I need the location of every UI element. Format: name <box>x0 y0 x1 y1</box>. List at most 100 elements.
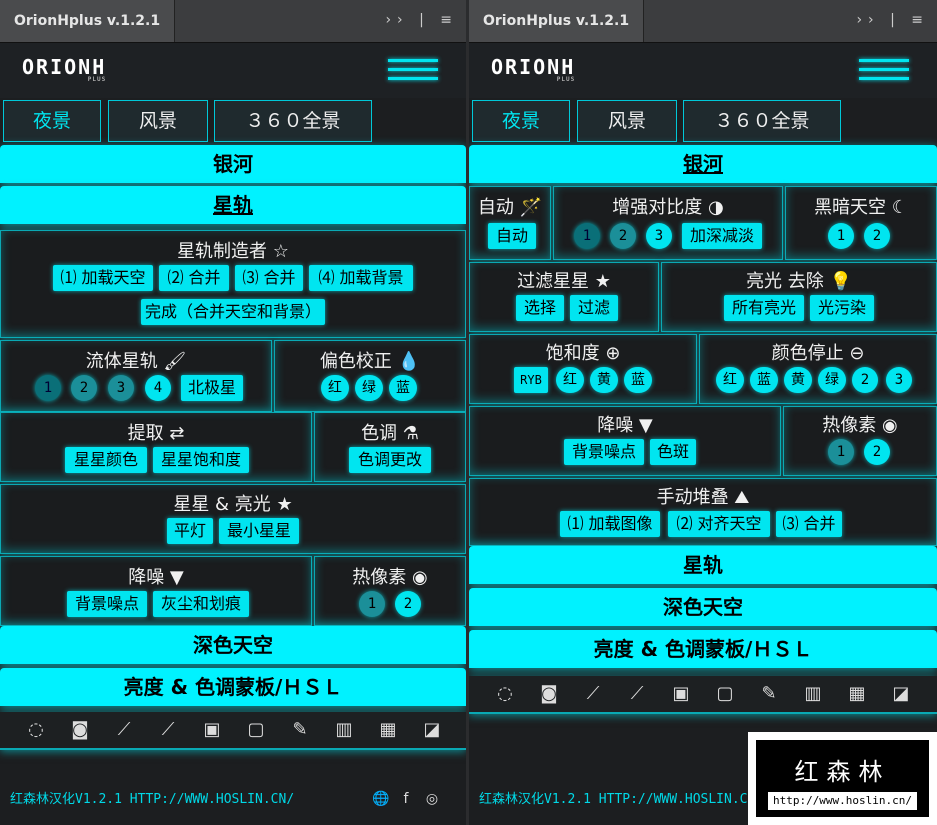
startrails-bar[interactable]: 星轨 <box>469 546 937 584</box>
align-sky-button[interactable]: ⑵ 对齐天空 <box>668 511 770 537</box>
star-saturation-button[interactable]: 星星饱和度 <box>153 447 249 473</box>
hotpixel-section: 热像素 ◉ 1 2 <box>783 406 937 476</box>
color-spot-button[interactable]: 色斑 <box>650 439 696 465</box>
hotpixel-2-button[interactable]: 2 <box>395 591 421 617</box>
merge-button-1[interactable]: ⑵ 合并 <box>159 265 229 291</box>
finish-button[interactable]: 完成（合并天空和背景） <box>141 299 325 325</box>
contrast-2-button[interactable]: 2 <box>610 223 636 249</box>
stop-yellow-button[interactable]: 黄 <box>784 367 812 393</box>
lasso-brush-icon[interactable]: ◌ <box>24 718 48 742</box>
ryb-button[interactable]: RYB <box>514 367 548 393</box>
tab-night[interactable]: 夜景 <box>472 100 570 142</box>
stop-red-button[interactable]: 红 <box>716 367 744 393</box>
footer-credit[interactable]: 红森林汉化V1.2.1 HTTP://WWW.HOSLIN.CN/ <box>10 788 294 807</box>
gradient-light-icon[interactable]: ▢ <box>713 682 737 706</box>
auto-button[interactable]: 自动 <box>488 223 536 249</box>
dark-sky-bar[interactable]: 深色天空 <box>469 588 937 626</box>
gradient-light-icon[interactable]: ▢ <box>244 718 268 742</box>
tab-360[interactable]: ３６０全景 <box>683 100 841 142</box>
load-images-button[interactable]: ⑴ 加载图像 <box>560 511 660 537</box>
contrast-1-button[interactable]: 1 <box>574 223 600 249</box>
select-button[interactable]: 选择 <box>516 295 564 321</box>
grid-icon[interactable]: ▦ <box>376 718 400 742</box>
sat-yellow-button[interactable]: 黄 <box>590 367 618 393</box>
contrast-3-button[interactable]: 3 <box>646 223 672 249</box>
sat-red-button[interactable]: 红 <box>556 367 584 393</box>
facebook-icon[interactable]: f <box>398 791 414 807</box>
star-glow-section: 星星 & 亮光 ★ 平灯 最小星星 <box>0 484 466 554</box>
brush-light-icon[interactable]: ⟋ <box>625 682 649 706</box>
blue-button[interactable]: 蓝 <box>389 375 417 401</box>
hamburger-menu-icon[interactable] <box>859 59 909 81</box>
fluid-4-button[interactable]: 4 <box>145 375 171 401</box>
hsl-bar[interactable]: 亮度 & 色调蒙板/ＨＳＬ <box>469 630 937 668</box>
footer-credit[interactable]: 红森林汉化V1.2.1 HTTP://WWW.HOSLIN.CN/ <box>479 788 763 807</box>
brush-dark-icon[interactable]: ⟋ <box>112 718 136 742</box>
brush-light-icon[interactable]: ⟋ <box>156 718 180 742</box>
all-lights-button[interactable]: 所有亮光 <box>724 295 804 321</box>
dodge-burn-button[interactable]: 加深减淡 <box>682 223 762 249</box>
stop-2-button[interactable]: 2 <box>852 367 878 393</box>
hsl-bar[interactable]: 亮度 & 色调蒙板/ＨＳＬ <box>0 668 466 706</box>
histogram-icon[interactable]: ▥ <box>801 682 825 706</box>
stop-3-button[interactable]: 3 <box>886 367 912 393</box>
section-title: 颜色停止 ⊖ <box>771 343 865 364</box>
fluid-2-button[interactable]: 2 <box>71 375 97 401</box>
circle-mask-icon[interactable]: ◙ <box>537 682 561 706</box>
panel-menu-icon[interactable]: ›› | ≡ <box>385 12 458 28</box>
bg-noise-button[interactable]: 背景噪点 <box>67 591 147 617</box>
panel-tab[interactable]: OrionHplus v.1.2.1 <box>469 0 645 42</box>
hamburger-menu-icon[interactable] <box>388 59 438 81</box>
load-sky-button[interactable]: ⑴ 加载天空 <box>53 265 153 291</box>
exposure-icon[interactable]: ◪ <box>889 682 913 706</box>
light-pollution-button[interactable]: 光污染 <box>810 295 874 321</box>
tab-landscape[interactable]: 风景 <box>108 100 208 142</box>
galaxy-bar[interactable]: 银河 <box>0 145 466 183</box>
hotpixel-1-button[interactable]: 1 <box>359 591 385 617</box>
flat-light-button[interactable]: 平灯 <box>167 518 213 544</box>
dust-scratch-button[interactable]: 灰尘和划痕 <box>153 591 249 617</box>
eyedropper-icon[interactable]: ✎ <box>757 682 781 706</box>
galaxy-bar[interactable]: 银河 <box>469 145 937 183</box>
exposure-icon[interactable]: ◪ <box>420 718 444 742</box>
lasso-brush-icon[interactable]: ◌ <box>493 682 517 706</box>
tab-landscape[interactable]: 风景 <box>577 100 677 142</box>
hotpixel-2-button[interactable]: 2 <box>864 439 890 465</box>
panel-menu-icon[interactable]: ›› | ≡ <box>856 12 929 28</box>
load-background-button[interactable]: ⑷ 加载背景 <box>309 265 413 291</box>
fluid-3-button[interactable]: 3 <box>108 375 134 401</box>
startrails-bar[interactable]: 星轨 <box>0 186 466 224</box>
min-stars-button[interactable]: 最小星星 <box>219 518 299 544</box>
gradient-dark-icon[interactable]: ▣ <box>200 718 224 742</box>
tab-360[interactable]: ３６０全景 <box>214 100 372 142</box>
stack-merge-button[interactable]: ⑶ 合并 <box>776 511 842 537</box>
globe-icon[interactable]: 🌐 <box>372 791 389 807</box>
bg-noise-button[interactable]: 背景噪点 <box>564 439 644 465</box>
grid-icon[interactable]: ▦ <box>845 682 869 706</box>
star-color-button[interactable]: 星星颜色 <box>65 447 147 473</box>
dark-sky-bar[interactable]: 深色天空 <box>0 626 466 664</box>
circle-mask-icon[interactable]: ◙ <box>68 718 92 742</box>
instagram-icon[interactable]: ◎ <box>424 791 440 807</box>
sat-blue-button[interactable]: 蓝 <box>624 367 652 393</box>
fluid-1-button[interactable]: 1 <box>35 375 61 401</box>
polaris-button[interactable]: 北极星 <box>181 375 243 401</box>
tone-change-button[interactable]: 色调更改 <box>349 447 431 473</box>
hotpixel-1-button[interactable]: 1 <box>828 439 854 465</box>
gradient-dark-icon[interactable]: ▣ <box>669 682 693 706</box>
filter-button[interactable]: 过滤 <box>570 295 618 321</box>
stop-blue-button[interactable]: 蓝 <box>750 367 778 393</box>
green-button[interactable]: 绿 <box>355 375 383 401</box>
tab-night[interactable]: 夜景 <box>3 100 101 142</box>
stop-green-button[interactable]: 绿 <box>818 367 846 393</box>
auto-section: 自动 🪄 自动 <box>469 186 551 260</box>
eyedropper-icon[interactable]: ✎ <box>288 718 312 742</box>
brush-dark-icon[interactable]: ⟋ <box>581 682 605 706</box>
darksky-1-button[interactable]: 1 <box>828 223 854 249</box>
histogram-icon[interactable]: ▥ <box>332 718 356 742</box>
red-button[interactable]: 红 <box>321 375 349 401</box>
merge-button-2[interactable]: ⑶ 合并 <box>235 265 303 291</box>
panel-tab[interactable]: OrionHplus v.1.2.1 <box>0 0 176 42</box>
darksky-2-button[interactable]: 2 <box>864 223 890 249</box>
dark-sky-section: 黑暗天空 ☾ 1 2 <box>785 186 937 260</box>
